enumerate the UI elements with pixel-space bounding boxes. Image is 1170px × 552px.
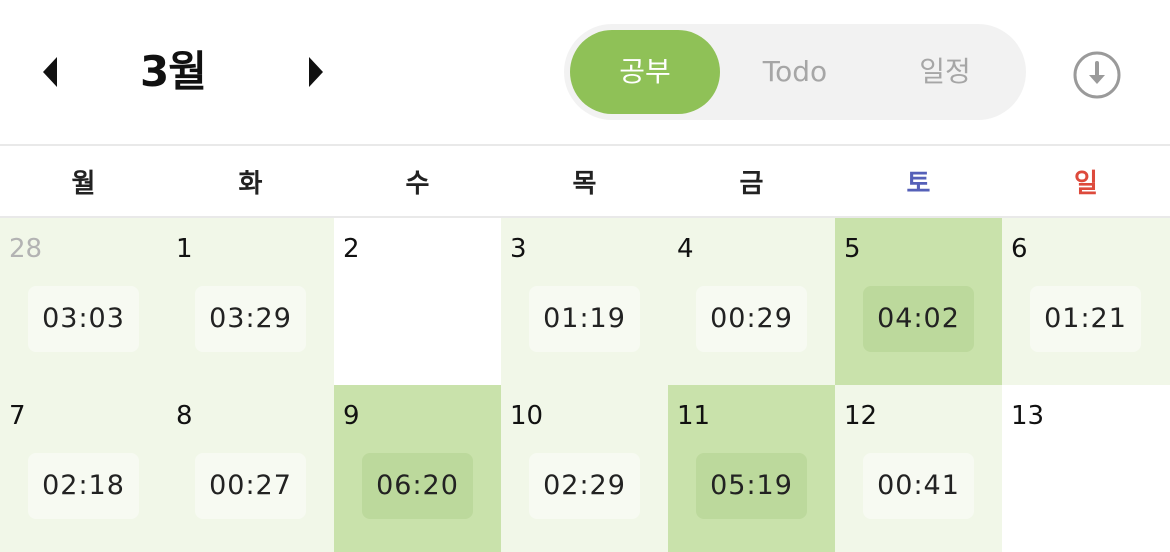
tab-todo[interactable]: Todo — [720, 30, 870, 114]
weekday-mon: 월 — [71, 169, 96, 199]
study-time-badge: 00:29 — [696, 286, 807, 352]
caret-left-icon — [43, 57, 57, 87]
study-time-badge: 05:19 — [696, 453, 807, 519]
calendar-day-cell[interactable]: 1 03:29 — [167, 218, 334, 385]
calendar-day-cell[interactable]: 7 02:18 — [0, 385, 167, 552]
day-number: 8 — [176, 401, 193, 431]
calendar-day-cell[interactable]: 13 — [1002, 385, 1170, 552]
study-time-badge: 02:18 — [28, 453, 139, 519]
calendar-day-cell[interactable]: 11 05:19 — [668, 385, 835, 552]
weekday-thu: 목 — [572, 169, 597, 199]
calendar-day-cell[interactable]: 10 02:29 — [501, 385, 668, 552]
study-time-badge: 02:29 — [529, 453, 640, 519]
weekday-sat: 토 — [906, 169, 931, 199]
calendar-day-cell[interactable]: 4 00:29 — [668, 218, 835, 385]
calendar-day-cell[interactable]: 3 01:19 — [501, 218, 668, 385]
day-number: 28 — [9, 234, 43, 264]
day-number: 3 — [510, 234, 527, 264]
caret-right-icon — [309, 57, 323, 87]
day-number: 2 — [343, 234, 360, 264]
day-number: 7 — [9, 401, 26, 431]
study-time-badge: 01:21 — [1030, 286, 1141, 352]
tab-study[interactable]: 공부 — [570, 30, 720, 114]
day-number: 12 — [844, 401, 878, 431]
calendar-header: 3월 공부 Todo 일정 — [0, 0, 1170, 145]
weekday-sun: 일 — [1074, 169, 1098, 199]
month-title: 3월 — [140, 47, 207, 96]
calendar-day-cell[interactable]: 8 00:27 — [167, 385, 334, 552]
weekday-wed: 수 — [405, 169, 430, 199]
calendar-day-cell[interactable]: 5 04:02 — [835, 218, 1002, 385]
calendar-day-cell[interactable]: 2 — [334, 218, 501, 385]
day-number: 11 — [677, 401, 711, 431]
day-number: 4 — [677, 234, 694, 264]
calendar-day-cell[interactable]: 12 00:41 — [835, 385, 1002, 552]
weekday-tue: 화 — [238, 169, 263, 199]
day-number: 6 — [1011, 234, 1028, 264]
study-time-badge: 06:20 — [362, 453, 473, 519]
day-number: 10 — [510, 401, 544, 431]
download-circle-icon — [1073, 51, 1121, 99]
view-segmented-control: 공부 Todo 일정 — [564, 24, 1026, 120]
tab-schedule[interactable]: 일정 — [870, 30, 1020, 114]
study-time-badge: 03:29 — [195, 286, 306, 352]
day-number: 1 — [176, 234, 193, 264]
study-time-badge: 01:19 — [529, 286, 640, 352]
weekday-fri: 금 — [739, 169, 764, 199]
study-time-badge: 00:27 — [195, 453, 306, 519]
day-number: 13 — [1011, 401, 1045, 431]
calendar-grid: 28 03:03 1 03:29 2 3 01:19 4 00:29 5 04:02 6 01:21 7 0… — [0, 218, 1170, 552]
calendar-day-cell[interactable]: 6 01:21 — [1002, 218, 1170, 385]
calendar-day-cell[interactable]: 9 06:20 — [334, 385, 501, 552]
study-time-badge: 04:02 — [863, 286, 974, 352]
study-time-badge: 03:03 — [28, 286, 139, 352]
download-button[interactable] — [1072, 50, 1122, 100]
day-number: 9 — [343, 401, 360, 431]
next-month-button[interactable] — [308, 56, 324, 88]
calendar-day-cell[interactable]: 28 03:03 — [0, 218, 167, 385]
day-number: 5 — [844, 234, 861, 264]
previous-month-button[interactable] — [42, 56, 58, 88]
weekday-row: 월 화 수 목 금 토 일 — [0, 146, 1170, 216]
study-time-badge: 00:41 — [863, 453, 974, 519]
